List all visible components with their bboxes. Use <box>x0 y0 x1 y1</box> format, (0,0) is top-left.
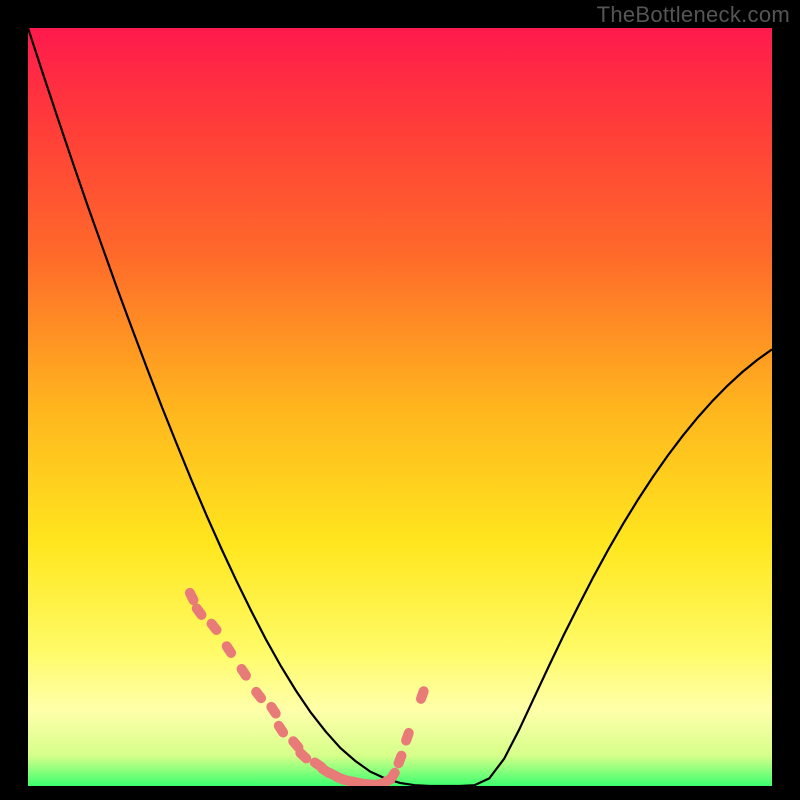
plot-area <box>28 28 772 786</box>
chart-container: TheBottleneck.com <box>0 0 800 800</box>
gradient-background <box>28 28 772 786</box>
watermark-text: TheBottleneck.com <box>597 2 790 28</box>
